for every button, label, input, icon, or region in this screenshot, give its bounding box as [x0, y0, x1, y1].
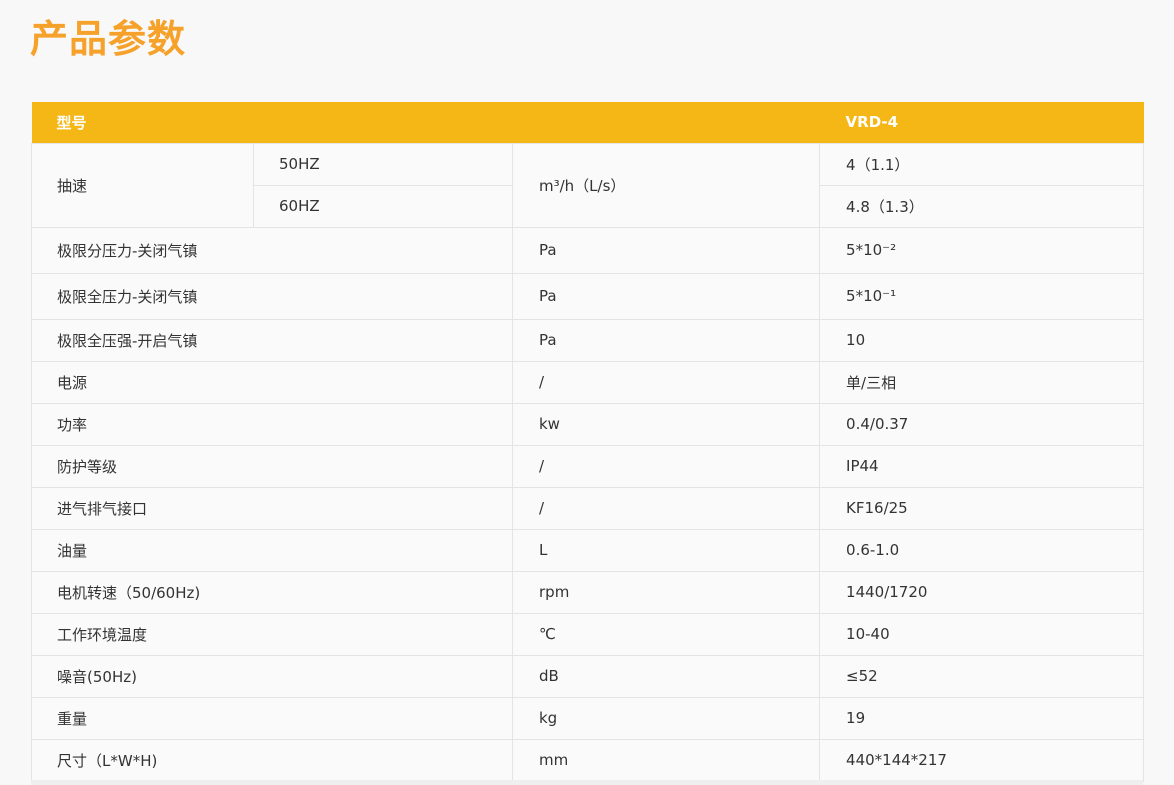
param-value: 5*10⁻¹: [819, 272, 1145, 320]
param-name: 电机转速（50/60Hz): [31, 570, 513, 614]
param-unit: Pa: [511, 272, 821, 320]
param-unit: /: [511, 360, 821, 404]
table-row: 噪音(50Hz) dB ≤52: [31, 654, 1145, 698]
table-row: 油量 L 0.6-1.0: [31, 528, 1145, 572]
param-unit: /: [511, 444, 821, 488]
param-unit: mm: [511, 738, 821, 782]
table-header-row: 型号 VRD-4: [31, 102, 1144, 143]
param-value: 1440/1720: [819, 570, 1145, 614]
param-value: 0.6-1.0: [819, 528, 1145, 572]
speed-label: 抽速: [31, 142, 254, 228]
param-unit: ℃: [511, 612, 821, 656]
model-value: VRD-4: [819, 102, 1144, 143]
param-name: 进气排气接口: [31, 486, 513, 530]
speed-unit: m³/h（L/s）: [511, 142, 821, 228]
speed-value-60: 4.8（1.3）: [819, 184, 1145, 228]
param-name: 油量: [31, 528, 513, 572]
param-value: 19: [819, 696, 1145, 740]
param-name: 噪音(50Hz): [31, 654, 513, 698]
param-unit: kg: [511, 696, 821, 740]
param-name: 尺寸（L*W*H): [31, 738, 513, 782]
table-row: 极限全压力-关闭气镇 Pa 5*10⁻¹: [31, 272, 1145, 320]
page-title: 产品参数: [30, 17, 187, 61]
param-unit: Pa: [511, 318, 821, 362]
param-name: 防护等级: [31, 444, 513, 488]
param-unit: /: [511, 486, 821, 530]
param-value: 440*144*217: [819, 738, 1145, 782]
param-name: 极限全压强-开启气镇: [31, 318, 513, 362]
param-value: 10: [819, 318, 1145, 362]
param-value: 0.4/0.37: [819, 402, 1145, 446]
model-label: 型号: [31, 102, 820, 143]
table-row: 进气排气接口 / KF16/25: [31, 486, 1145, 530]
param-name: 工作环境温度: [31, 612, 513, 656]
param-name: 极限全压力-关闭气镇: [31, 272, 513, 320]
table-row: 工作环境温度 ℃ 10-40: [31, 612, 1145, 656]
param-name: 电源: [31, 360, 513, 404]
param-unit: Pa: [511, 226, 821, 274]
table-row: 功率 kw 0.4/0.37: [31, 402, 1145, 446]
table-row: 极限全压强-开启气镇 Pa 10: [31, 318, 1145, 362]
table-row: 电机转速（50/60Hz) rpm 1440/1720: [31, 570, 1145, 614]
table-row: 尺寸（L*W*H) mm 440*144*217: [31, 738, 1145, 782]
param-unit: dB: [511, 654, 821, 698]
table-row: 重量 kg 19: [31, 696, 1145, 740]
params-table: 型号 VRD-4 抽速 50HZ m³/h（L/s） 4（1.1） 60HZ 4…: [31, 102, 1145, 782]
param-unit: kw: [511, 402, 821, 446]
table-row-speed-50: 抽速 50HZ m³/h（L/s） 4（1.1）: [31, 142, 1145, 228]
speed-freq-50: 50HZ: [253, 142, 513, 186]
param-name: 重量: [31, 696, 513, 740]
table-row: 极限分压力-关闭气镇 Pa 5*10⁻²: [31, 226, 1145, 274]
param-value: ≤52: [819, 654, 1145, 698]
table-bottom-edge: [31, 780, 1143, 785]
param-value: KF16/25: [819, 486, 1145, 530]
table-row: 防护等级 / IP44: [31, 444, 1145, 488]
param-name: 极限分压力-关闭气镇: [31, 226, 513, 274]
param-value: 单/三相: [819, 360, 1145, 404]
param-value: IP44: [819, 444, 1145, 488]
table-row: 电源 / 单/三相: [31, 360, 1145, 404]
param-unit: L: [511, 528, 821, 572]
param-unit: rpm: [511, 570, 821, 614]
speed-freq-60: 60HZ: [253, 184, 513, 228]
param-name: 功率: [31, 402, 513, 446]
param-value: 5*10⁻²: [819, 226, 1145, 274]
product-params-page: 产品参数 型号 VRD-4 抽速 50HZ m³/h（L/s） 4（1.1） 6…: [0, 0, 1174, 785]
speed-value-50: 4（1.1）: [819, 142, 1145, 186]
param-value: 10-40: [819, 612, 1145, 656]
